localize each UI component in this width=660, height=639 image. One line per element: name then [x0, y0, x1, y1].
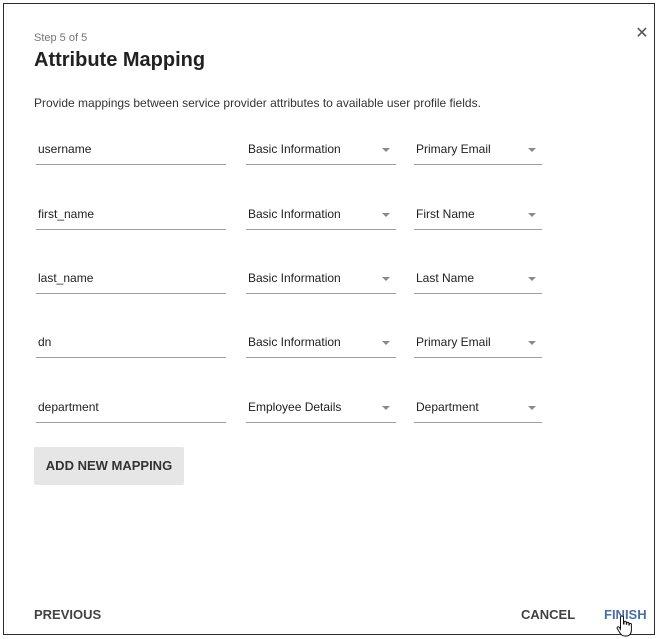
- dropdown-arrow-icon: [382, 406, 390, 410]
- dropdown-arrow-icon: [528, 406, 536, 410]
- category-select[interactable]: Employee Details: [246, 395, 396, 423]
- profile-field-select-value: Department: [416, 400, 479, 414]
- profile-field-select-value: Primary Email: [416, 335, 491, 349]
- dialog-description: Provide mappings between service provide…: [34, 96, 481, 110]
- mapping-row: first_name Basic Information First Name: [4, 202, 656, 234]
- category-select[interactable]: Basic Information: [246, 137, 396, 165]
- category-select-value: Basic Information: [248, 271, 341, 285]
- mapping-row: username Basic Information Primary Email: [4, 137, 656, 169]
- category-select-value: Basic Information: [248, 142, 341, 156]
- dropdown-arrow-icon: [382, 341, 390, 345]
- attribute-input-value: username: [38, 142, 92, 156]
- category-select-value: Employee Details: [248, 400, 342, 414]
- profile-field-select[interactable]: First Name: [414, 202, 542, 230]
- cancel-button[interactable]: CANCEL: [521, 607, 575, 622]
- profile-field-select-value: First Name: [416, 207, 475, 221]
- dropdown-arrow-icon: [382, 148, 390, 152]
- profile-field-select[interactable]: Department: [414, 395, 542, 423]
- step-label: Step 5 of 5: [34, 32, 88, 44]
- attribute-input[interactable]: last_name: [36, 266, 226, 294]
- previous-button[interactable]: PREVIOUS: [34, 607, 101, 622]
- add-new-mapping-button[interactable]: ADD NEW MAPPING: [34, 447, 184, 485]
- attribute-mapping-dialog: Step 5 of 5 Attribute Mapping ✕ Provide …: [3, 3, 656, 637]
- dropdown-arrow-icon: [382, 213, 390, 217]
- dropdown-arrow-icon: [528, 213, 536, 217]
- category-select[interactable]: Basic Information: [246, 202, 396, 230]
- profile-field-select[interactable]: Last Name: [414, 266, 542, 294]
- attribute-input-value: department: [38, 400, 99, 414]
- category-select[interactable]: Basic Information: [246, 330, 396, 358]
- dropdown-arrow-icon: [382, 277, 390, 281]
- attribute-input-value: dn: [38, 335, 52, 349]
- close-icon[interactable]: ✕: [634, 26, 650, 42]
- profile-field-select-value: Primary Email: [416, 142, 491, 156]
- category-select-value: Basic Information: [248, 335, 341, 349]
- category-select-value: Basic Information: [248, 207, 341, 221]
- category-select[interactable]: Basic Information: [246, 266, 396, 294]
- mapping-row: last_name Basic Information Last Name: [4, 266, 656, 298]
- dropdown-arrow-icon: [528, 277, 536, 281]
- attribute-input[interactable]: first_name: [36, 202, 226, 230]
- attribute-input[interactable]: username: [36, 137, 226, 165]
- hand-cursor-icon: [616, 615, 632, 637]
- attribute-input-value: first_name: [38, 207, 95, 221]
- dropdown-arrow-icon: [528, 148, 536, 152]
- dropdown-arrow-icon: [528, 341, 536, 345]
- mapping-row: dn Basic Information Primary Email: [4, 330, 656, 362]
- profile-field-select[interactable]: Primary Email: [414, 330, 542, 358]
- attribute-input[interactable]: dn: [36, 330, 226, 358]
- dialog-title: Attribute Mapping: [34, 49, 206, 71]
- profile-field-select-value: Last Name: [416, 271, 475, 285]
- mapping-row: department Employee Details Department: [4, 395, 656, 427]
- attribute-input[interactable]: department: [36, 395, 226, 423]
- profile-field-select[interactable]: Primary Email: [414, 137, 542, 165]
- attribute-input-value: last_name: [38, 271, 94, 285]
